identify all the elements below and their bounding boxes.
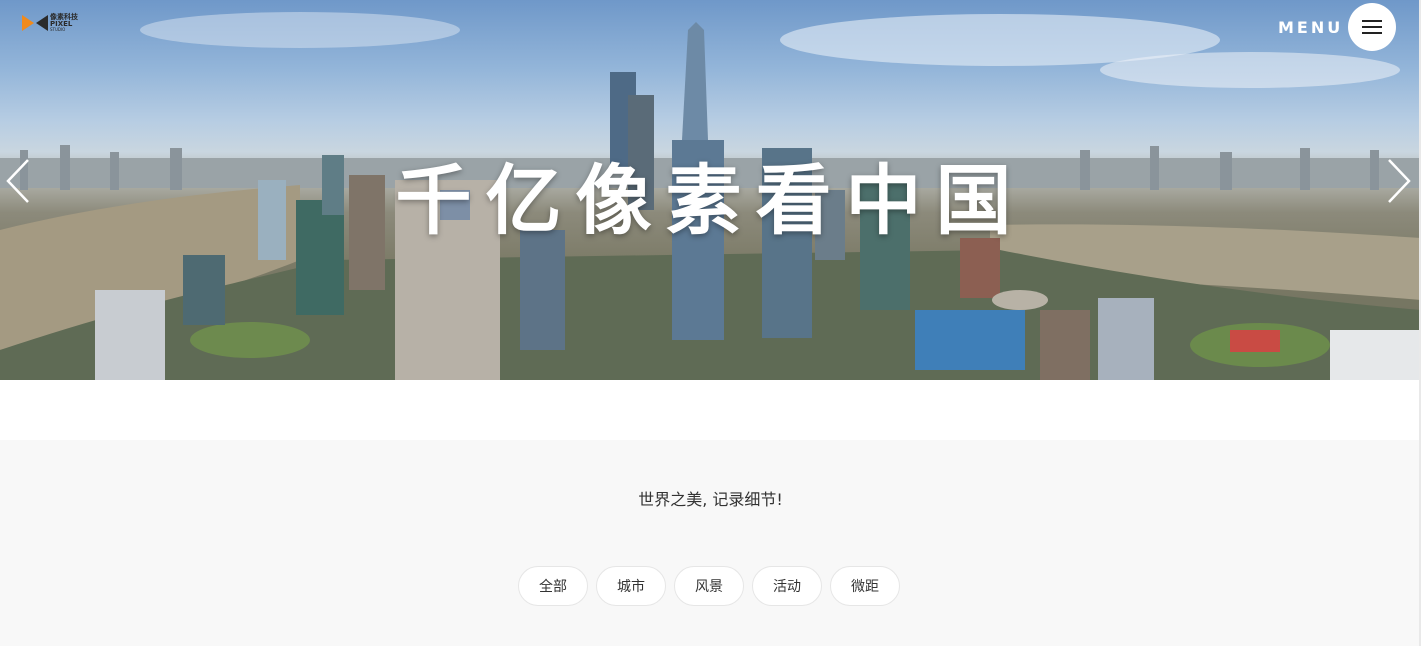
logo-wordmark: 像素科技 PIXEL STUDIO — [50, 14, 78, 32]
filter-city-button[interactable]: 城市 — [596, 566, 666, 606]
category-filter-bar: 全部 城市 风景 活动 微距 — [518, 566, 900, 606]
logo-mark-icon — [22, 15, 48, 31]
section-spacer — [0, 380, 1421, 440]
gallery-section: 世界之美, 记录细节! 全部 城市 风景 活动 微距 — [0, 440, 1421, 646]
logo-line3: STUDIO — [50, 27, 66, 32]
carousel-prev-button[interactable] — [4, 158, 32, 204]
filter-landscape-button[interactable]: 风景 — [674, 566, 744, 606]
brand-logo[interactable]: 像素科技 PIXEL STUDIO — [22, 12, 88, 34]
filter-macro-button[interactable]: 微距 — [830, 566, 900, 606]
menu-label[interactable]: MENU — [1278, 18, 1343, 38]
hamburger-icon — [1362, 20, 1382, 34]
chevron-right-icon — [1388, 159, 1411, 203]
hero-title: 千亿像素看中国 — [395, 156, 1026, 245]
filter-event-button[interactable]: 活动 — [752, 566, 822, 606]
hero-banner: 千亿像素看中国 — [0, 0, 1421, 380]
carousel-next-button[interactable] — [1385, 158, 1413, 204]
menu-button[interactable] — [1348, 3, 1396, 51]
section-tagline: 世界之美, 记录细节! — [638, 490, 783, 509]
chevron-left-icon — [6, 159, 29, 203]
filter-all-button[interactable]: 全部 — [518, 566, 588, 606]
